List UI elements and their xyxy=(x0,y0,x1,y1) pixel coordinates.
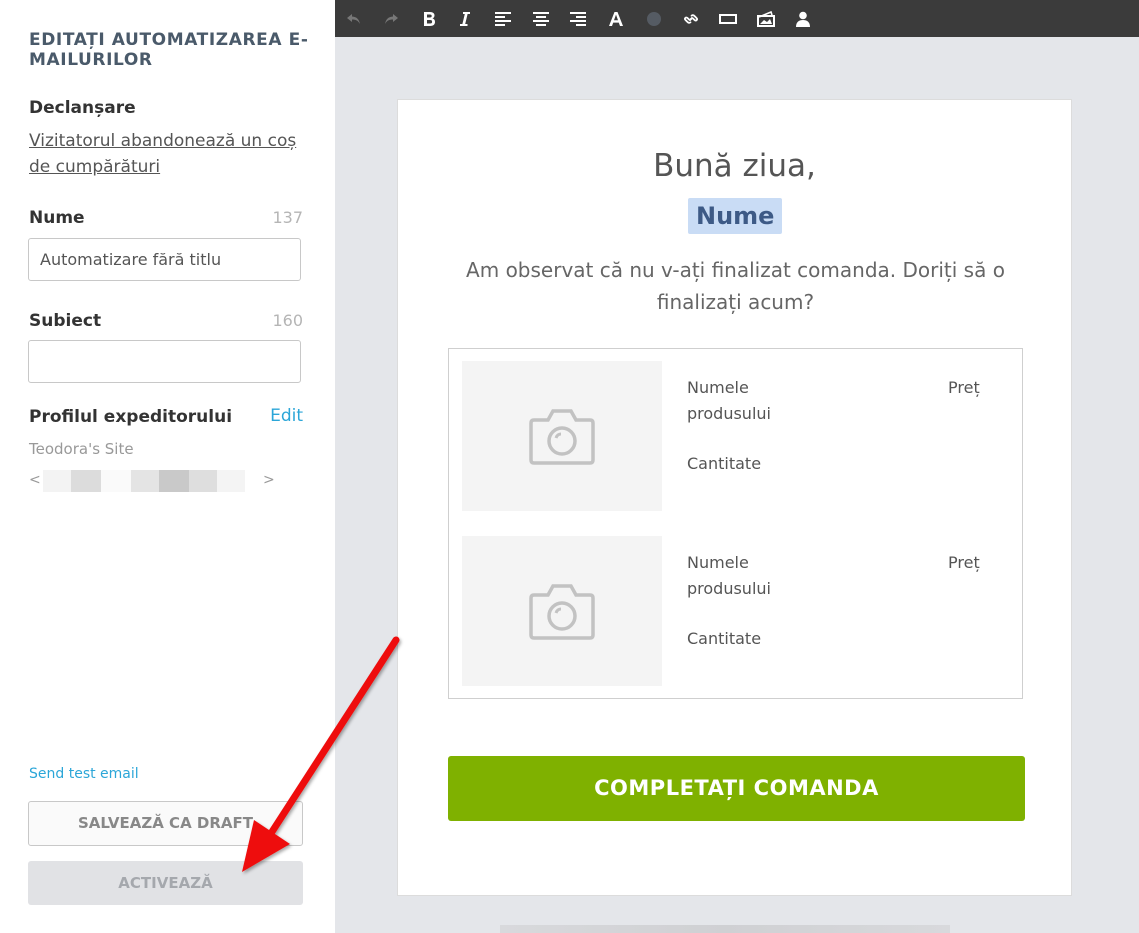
link-icon[interactable] xyxy=(676,0,706,37)
email-footer-text xyxy=(500,925,950,933)
send-test-email-link[interactable]: Send test email xyxy=(29,766,139,782)
sender-email-redacted: < > xyxy=(29,470,304,494)
product-image-placeholder xyxy=(462,361,662,511)
align-center-icon[interactable] xyxy=(526,0,556,37)
bold-icon[interactable] xyxy=(414,0,444,37)
name-merge-tag[interactable]: Nume xyxy=(688,198,783,234)
subject-label: Subiect xyxy=(29,311,102,331)
email-message[interactable]: Am observat că nu v-ați finalizat comand… xyxy=(438,254,1033,318)
person-icon[interactable] xyxy=(788,0,818,37)
button-icon[interactable] xyxy=(713,0,743,37)
save-draft-button[interactable]: SALVEAZĂ CA DRAFT xyxy=(28,801,303,846)
email-template: Bună ziua, Nume Am observat că nu v-ați … xyxy=(397,99,1072,896)
sender-edit-link[interactable]: Edit xyxy=(270,406,303,426)
undo-icon[interactable] xyxy=(339,0,369,37)
cart-products-block[interactable]: Numele produsului Preț Cantitate Numele … xyxy=(448,348,1023,699)
product-image-placeholder xyxy=(462,536,662,686)
color-dot-icon[interactable] xyxy=(639,0,669,37)
complete-order-button[interactable]: COMPLETAȚI COMANDA xyxy=(448,756,1025,821)
align-left-icon[interactable] xyxy=(488,0,518,37)
settings-panel: EDITAȚI AUTOMATIZAREA E-MAILURILOR Decla… xyxy=(0,0,335,933)
product-row: Numele produsului Preț Cantitate xyxy=(462,536,1010,686)
product-price: Preț xyxy=(948,378,980,397)
image-icon[interactable] xyxy=(751,0,781,37)
subject-char-count: 160 xyxy=(272,311,303,330)
sender-profile-label: Profilul expeditorului xyxy=(29,407,233,427)
editor-toolbar xyxy=(335,0,1139,37)
redo-icon[interactable] xyxy=(376,0,406,37)
trigger-label: Declanșare xyxy=(29,98,136,118)
email-close-bracket: > xyxy=(263,472,275,488)
product-name: Numele produsului xyxy=(687,378,771,423)
align-right-icon[interactable] xyxy=(563,0,593,37)
greeting-heading[interactable]: Bună ziua, xyxy=(398,148,1071,184)
product-row: Numele produsului Preț Cantitate xyxy=(462,361,1010,511)
subject-input[interactable] xyxy=(28,340,301,383)
activate-button[interactable]: ACTIVEAZĂ xyxy=(28,861,303,905)
email-editor-canvas: Bună ziua, Nume Am observat că nu v-ați … xyxy=(335,0,1139,933)
camera-icon xyxy=(529,584,595,640)
trigger-link[interactable]: Vizitatorul abandonează un coș de cumpăr… xyxy=(29,128,299,180)
font-icon[interactable] xyxy=(601,0,631,37)
camera-icon xyxy=(529,409,595,465)
name-char-count: 137 xyxy=(272,208,303,227)
product-quantity: Cantitate xyxy=(687,454,762,473)
name-label: Nume xyxy=(29,208,85,228)
panel-title: EDITAȚI AUTOMATIZAREA E-MAILURILOR xyxy=(29,30,309,70)
italic-icon[interactable] xyxy=(450,0,480,37)
name-input[interactable]: Automatizare fără titlu xyxy=(28,238,301,281)
product-quantity: Cantitate xyxy=(687,629,762,648)
product-name: Numele produsului xyxy=(687,553,771,598)
sender-site-name: Teodora's Site xyxy=(29,440,134,458)
email-open-bracket: < xyxy=(29,472,41,488)
product-price: Preț xyxy=(948,553,980,572)
